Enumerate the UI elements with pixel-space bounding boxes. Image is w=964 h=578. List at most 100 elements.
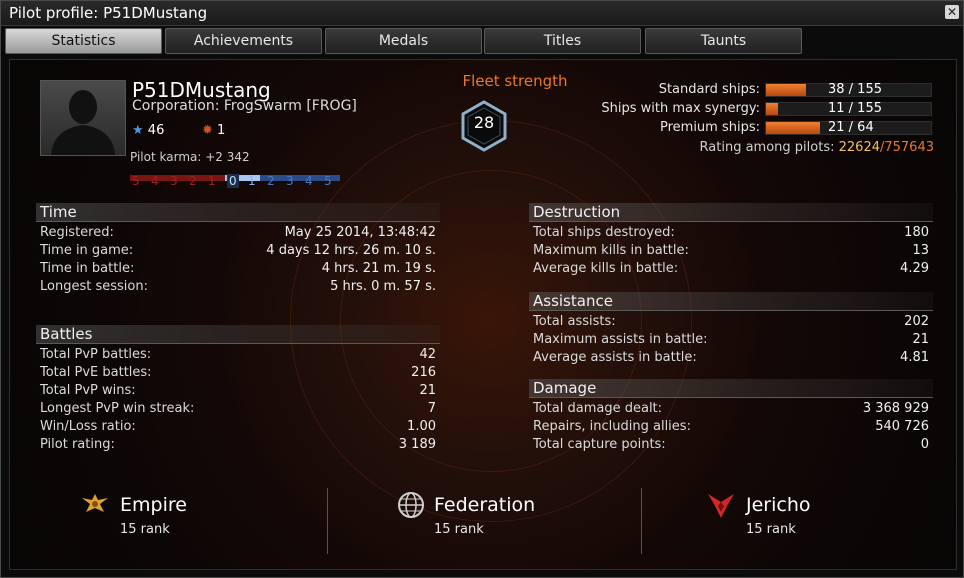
row-value: 3 189 [398,437,436,452]
fleet-strength-label: Fleet strength [462,72,568,90]
row-key: Total PvP wins: [40,383,136,398]
rating-total: /757643 [879,140,934,155]
loyalty-icon: ✹ [202,123,213,138]
destruction-row: Average kills in battle: 4.29 [529,261,929,279]
karma-tick: 3 [286,174,294,188]
row-value: 4.81 [900,350,929,365]
pilot-avatar [40,80,126,156]
tab-statistics[interactable]: Statistics [5,28,162,54]
row-key: Longest session: [40,279,148,294]
row-value: 0 [920,437,929,452]
row-value: 4.29 [900,261,929,276]
time-row: Registered: May 25 2014, 13:48:42 [36,225,436,243]
tab-achievements[interactable]: Achievements [165,28,322,54]
synergy-ships-fill [766,103,778,115]
row-key: Pilot rating: [40,437,115,452]
damage-header: Damage [529,379,933,398]
row-key: Repairs, including allies: [533,419,691,434]
star-count: 46 [147,123,165,138]
damage-row: Total capture points: 0 [529,437,929,455]
row-key: Total PvE battles: [40,365,152,380]
row-key: Time in battle: [40,261,135,276]
row-key: Maximum assists in battle: [533,332,708,347]
loyalty-stat: ✹ 1 [202,123,225,138]
faction-rank: 15 rank [120,522,170,537]
row-key: Total capture points: [533,437,666,452]
row-key: Registered: [40,225,114,240]
battles-header: Battles [36,325,440,344]
synergy-ships-value: 11 / 155 [828,101,882,116]
row-value: 4 hrs. 21 m. 19 s. [321,261,436,276]
karma-tick: 5 [132,174,140,188]
faction-name: Federation [434,494,536,516]
standard-ships-fill [766,84,806,96]
row-key: Average assists in battle: [533,350,697,365]
time-header: Time [36,203,440,222]
row-value: 7 [427,401,436,416]
synergy-ships-label: Ships with max synergy: [601,101,760,116]
faction-rank: 15 rank [434,522,484,537]
time-row: Longest session: 5 hrs. 0 m. 57 s. [36,279,436,297]
karma-tick: 5 [324,174,332,188]
karma-bar [130,166,340,181]
standard-ships-label: Standard ships: [658,82,760,97]
battles-row: Total PvE battles: 216 [36,365,436,383]
empire-eagle-icon [82,494,108,512]
row-value: 4 days 12 hrs. 26 m. 10 s. [266,243,436,258]
faction-rank: 15 rank [746,522,796,537]
row-key: Total assists: [533,314,616,329]
row-key: Win/Loss ratio: [40,419,136,434]
karma-tick: 2 [267,174,275,188]
row-key: Maximum kills in battle: [533,243,689,258]
assistance-header: Assistance [529,292,933,311]
row-value: 1.00 [407,419,436,434]
karma-tick: 4 [305,174,313,188]
faction-divider [327,488,328,554]
pilot-karma: Pilot karma: +2 342 [130,150,250,164]
federation-globe-icon [398,492,424,518]
tab-taunts[interactable]: Taunts [645,28,802,54]
corporation-name: Corporation: FrogSwarm [FROG] [132,98,357,114]
battles-row: Pilot rating: 3 189 [36,437,436,455]
faction-divider [641,488,642,554]
row-value: 540 726 [875,419,929,434]
row-value: 5 hrs. 0 m. 57 s. [330,279,436,294]
assistance-row: Total assists: 202 [529,314,929,332]
destruction-row: Total ships destroyed: 180 [529,225,929,243]
battles-row: Total PvP wins: 21 [36,383,436,401]
title-bar: Pilot profile: P51DMustang ✕ [1,1,963,26]
jericho-emblem-icon [708,494,734,518]
premium-ships-fill [766,122,820,134]
destruction-header: Destruction [529,203,933,222]
row-key: Longest PvP win streak: [40,401,195,416]
close-icon[interactable]: ✕ [945,5,959,19]
premium-ships-label: Premium ships: [659,120,760,135]
assistance-row: Maximum assists in battle: 21 [529,332,929,350]
standard-ships-value: 38 / 155 [828,82,882,97]
tab-medals[interactable]: Medals [325,28,482,54]
battles-row: Win/Loss ratio: 1.00 [36,419,436,437]
star-icon: ★ [132,123,144,138]
statistics-panel: P51DMustang Corporation: FrogSwarm [FROG… [9,59,957,570]
row-value: 180 [904,225,929,240]
tab-titles[interactable]: Titles [484,28,641,54]
karma-tick: 1 [248,174,256,188]
star-stat: ★ 46 [132,123,164,138]
loyalty-count: 1 [217,123,226,138]
karma-tick: 0 [227,174,239,188]
row-value: 42 [419,347,436,362]
row-value: 13 [912,243,929,258]
row-value: 3 368 929 [862,401,929,416]
premium-ships-value: 21 / 64 [828,120,874,135]
faction-name: Empire [120,494,187,516]
destruction-row: Maximum kills in battle: 13 [529,243,929,261]
row-value: 21 [419,383,436,398]
row-value: 21 [912,332,929,347]
row-value: May 25 2014, 13:48:42 [284,225,436,240]
window-title: Pilot profile: P51DMustang [9,4,208,22]
time-row: Time in game: 4 days 12 hrs. 26 m. 10 s. [36,243,436,261]
karma-tick: 4 [151,174,159,188]
rating-value: 22624 [838,140,880,155]
pilot-rating-rank: Rating among pilots: 22624/757643 [700,140,934,155]
battles-row: Longest PvP win streak: 7 [36,401,436,419]
